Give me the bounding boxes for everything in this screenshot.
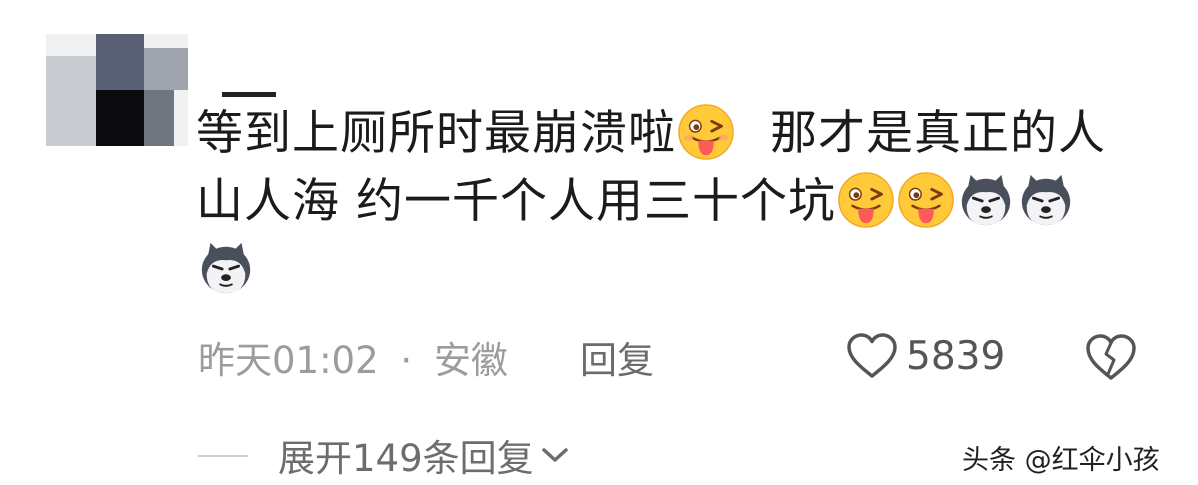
tongue-wink-emoji-icon — [678, 104, 734, 160]
comment-text: 等到上厕所时最崩溃啦 那才是真正的人 山人海 约一千个人用三十个坑 — [196, 100, 1156, 304]
avatar[interactable] — [46, 34, 188, 146]
comment-line2: 山人海 约一千个人用三十个坑 — [196, 174, 836, 229]
watermark: 头条 @红伞小孩 — [962, 445, 1160, 476]
comment-line1: 等到上厕所时最崩溃啦 — [196, 106, 676, 161]
comment-location: 安徽 — [433, 339, 508, 382]
husky-dog-emoji-icon — [201, 242, 251, 294]
husky-dog-emoji-icon — [1021, 174, 1071, 226]
expand-replies-label: 展开149条回复 — [278, 437, 534, 480]
meta-separator: · — [400, 339, 413, 382]
heart-icon — [847, 333, 897, 378]
comment-time: 昨天01:02 — [198, 339, 379, 382]
comment-line1b: 那才是真正的人 — [770, 106, 1106, 161]
expand-replies-button[interactable]: 展开149条回复 — [278, 428, 570, 482]
comment-meta: 昨天01:02 · 安徽 — [198, 330, 508, 386]
chevron-down-icon — [541, 448, 568, 462]
divider — [198, 455, 248, 457]
username-redacted[interactable] — [222, 92, 276, 97]
reply-button[interactable]: 回复 — [580, 330, 654, 384]
like-button[interactable]: 5839 — [846, 328, 1005, 384]
broken-heart-icon[interactable] — [1084, 332, 1138, 382]
tongue-wink-emoji-icon — [838, 172, 894, 228]
tongue-wink-emoji-icon — [898, 172, 954, 228]
like-count: 5839 — [906, 333, 1006, 379]
husky-dog-emoji-icon — [961, 174, 1011, 226]
